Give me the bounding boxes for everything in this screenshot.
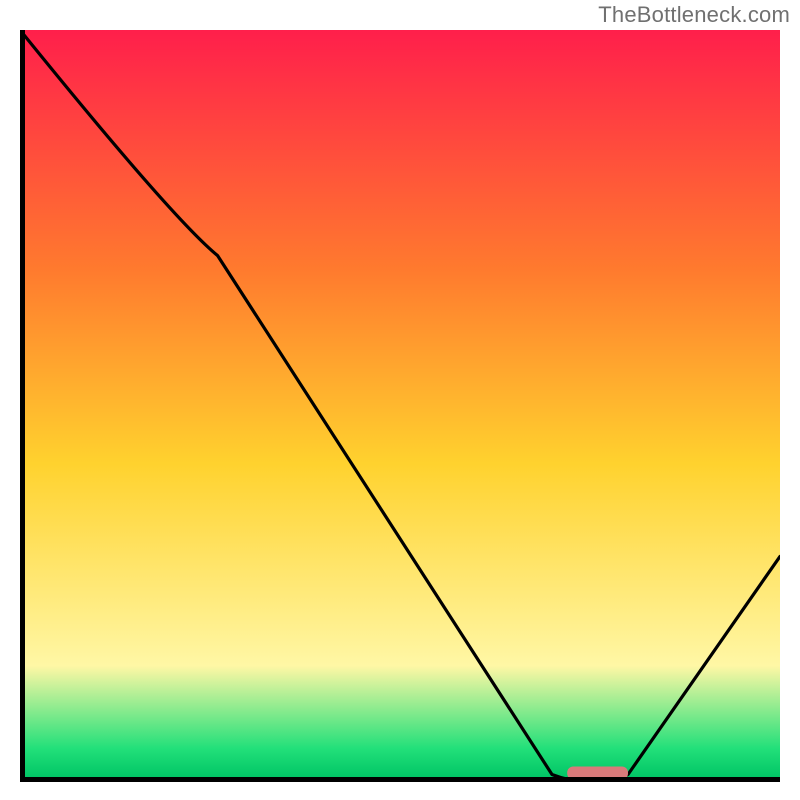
- watermark-label: TheBottleneck.com: [598, 2, 790, 28]
- heat-gradient: [24, 30, 780, 778]
- plot-area: [20, 30, 780, 782]
- plot-svg: [20, 30, 780, 782]
- chart-frame: TheBottleneck.com: [0, 0, 800, 800]
